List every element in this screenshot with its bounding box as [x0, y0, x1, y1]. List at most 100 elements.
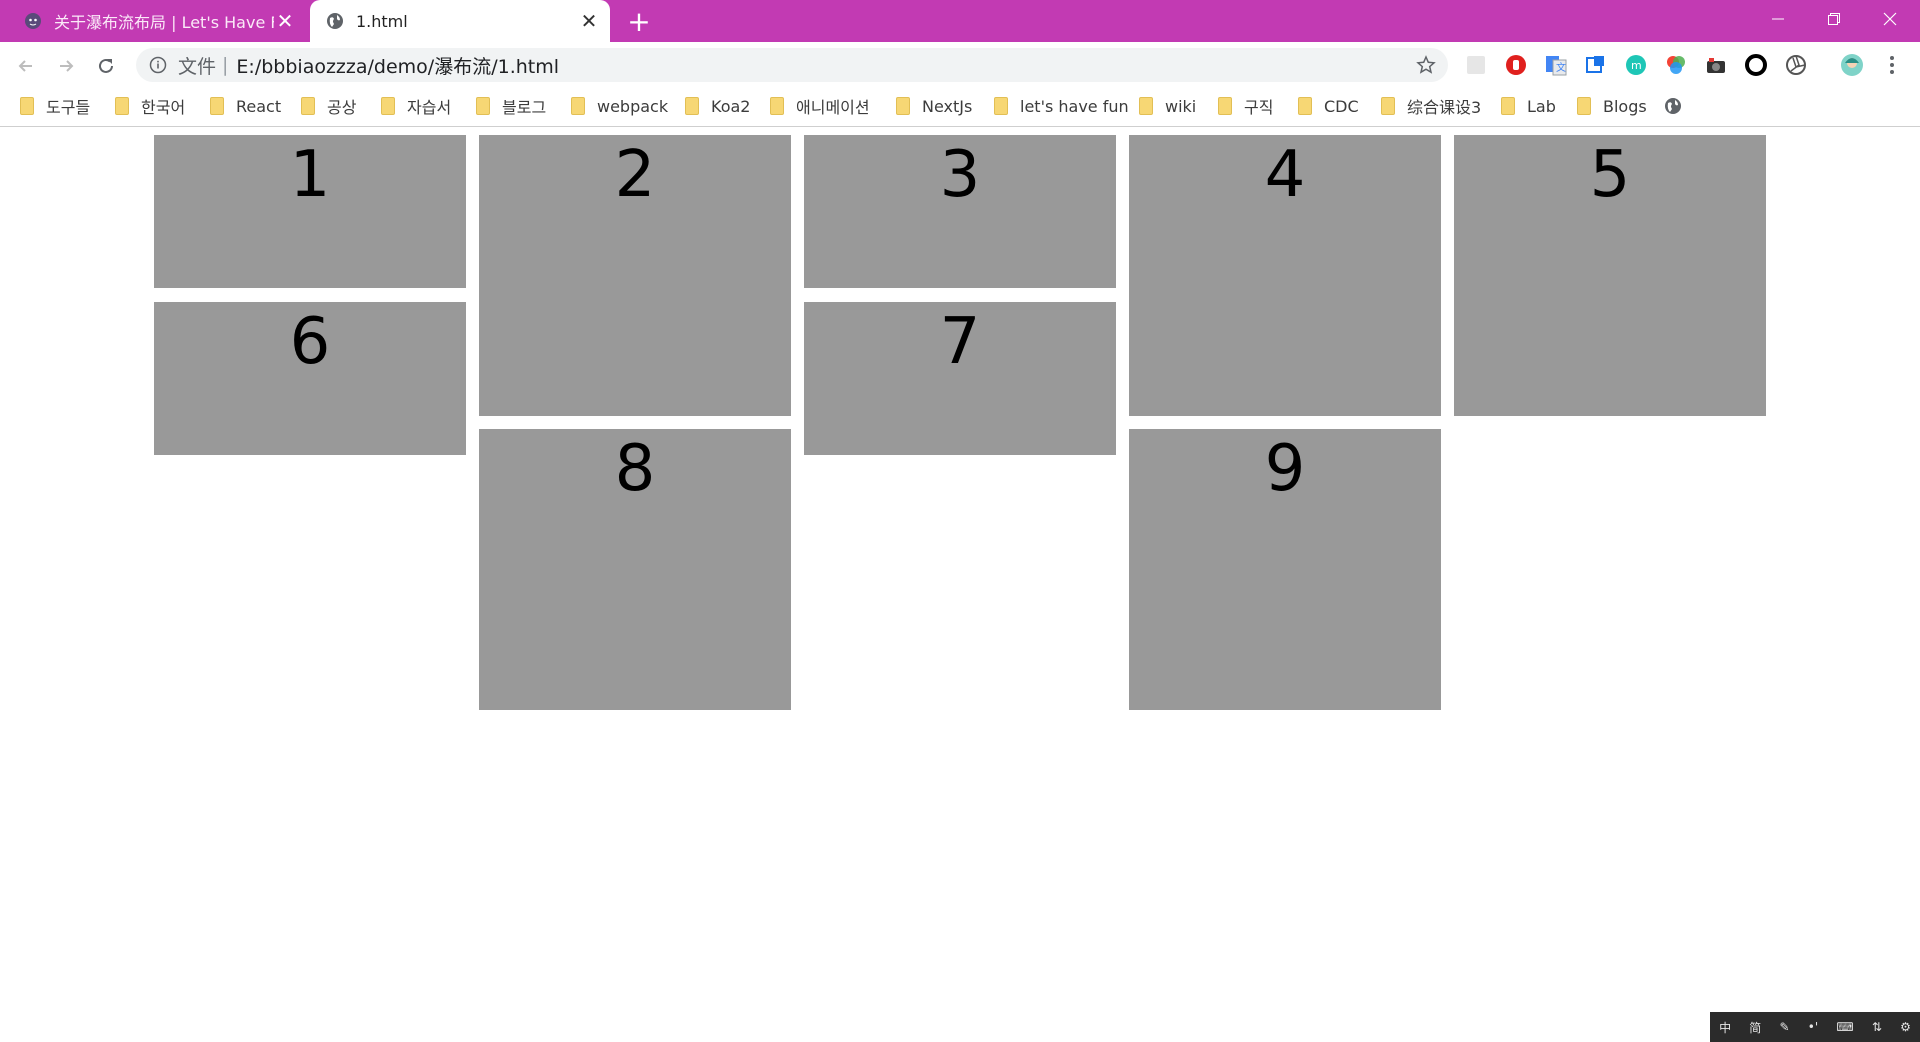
folder-icon [381, 97, 395, 115]
ime-settings-icon[interactable]: ⚙ [1900, 1020, 1911, 1034]
minimize-button[interactable] [1750, 0, 1806, 38]
ime-toolbox-icon[interactable]: ⇅ [1872, 1020, 1882, 1034]
tab-waterfall-blog[interactable]: 关于瀑布流布局 | Let's Have Fun ✕ [0, 0, 306, 42]
folder-icon [1501, 97, 1515, 115]
bookmark-folder[interactable]: 综合课设3 [1381, 88, 1481, 124]
bookmarks-bar: 도구들 한국어 React 공상 자습서 블로그 webpack Koa2 애니… [0, 88, 1920, 127]
bookmark-folder[interactable]: Koa2 [685, 88, 750, 124]
svg-text:文: 文 [1556, 61, 1566, 74]
extension-m-icon[interactable]: m [1624, 53, 1648, 77]
extension-window-icon[interactable] [1584, 53, 1608, 77]
url-text[interactable]: E:/bbbiaozzza/demo/瀑布流/1.html [236, 52, 559, 79]
ime-chinese-mode[interactable]: 中 [1719, 1019, 1731, 1036]
close-tab-icon[interactable]: ✕ [578, 9, 600, 33]
bookmark-label: Lab [1527, 96, 1556, 116]
waterfall-item: 5 [1454, 135, 1766, 416]
ime-keyboard-icon[interactable]: ⌨ [1836, 1020, 1853, 1034]
folder-icon [1218, 97, 1232, 115]
folder-icon [20, 97, 34, 115]
ime-simplified-mode[interactable]: 简 [1749, 1019, 1761, 1036]
waterfall-item-number: 7 [939, 305, 981, 379]
bookmark-folder[interactable]: 애니메이션 [770, 88, 870, 124]
bookmark-globe-icon[interactable] [1664, 88, 1682, 124]
reload-button[interactable] [88, 48, 124, 84]
folder-icon [685, 97, 699, 115]
bookmark-folder[interactable]: wiki [1139, 88, 1196, 124]
folder-icon [210, 97, 224, 115]
close-tab-icon[interactable]: ✕ [274, 9, 296, 33]
bookmark-label: NextJs [922, 96, 973, 116]
bookmark-label: Koa2 [711, 96, 751, 116]
extension-color-picker-icon[interactable] [1664, 53, 1688, 77]
new-tab-button[interactable]: + [624, 5, 654, 38]
arrow-right-icon [60, 60, 74, 72]
bookmark-label: 블로그 [502, 98, 547, 117]
extension-aperture-icon[interactable] [1784, 53, 1808, 77]
bookmark-folder[interactable]: NextJs [896, 88, 972, 124]
site-info-icon[interactable] [148, 55, 168, 75]
bookmark-folder[interactable]: 구직 [1218, 88, 1273, 124]
bookmark-label: let's have fun [1020, 96, 1129, 116]
bookmark-folder[interactable]: 공상 [301, 88, 356, 124]
bookmark-star-icon[interactable] [1414, 53, 1438, 77]
close-window-button[interactable] [1862, 0, 1918, 38]
folder-icon [896, 97, 910, 115]
folder-icon [994, 97, 1008, 115]
bookmark-label: Blogs [1603, 96, 1647, 116]
bookmark-folder[interactable]: Lab [1501, 88, 1556, 124]
address-bar[interactable]: 文件 | E:/bbbiaozzza/demo/瀑布流/1.html [136, 48, 1448, 82]
folder-icon [1139, 97, 1153, 115]
folder-icon [1298, 97, 1312, 115]
menu-kebab-icon[interactable] [1880, 53, 1904, 77]
folder-icon [301, 97, 315, 115]
ime-toolbar[interactable]: 中 简 ✎ •' ⌨ ⇅ ⚙ [1710, 1012, 1920, 1042]
bookmark-folder[interactable]: 자습서 [381, 88, 451, 124]
extension-google-translate-icon[interactable]: 文 [1544, 53, 1568, 77]
waterfall-item-number: 6 [289, 305, 331, 379]
folder-icon [476, 97, 490, 115]
waterfall-item-number: 5 [1589, 138, 1631, 212]
waterfall-item: 9 [1129, 429, 1441, 710]
bookmark-label: 자습서 [407, 98, 452, 117]
tab-strip: 关于瀑布流布局 | Let's Have Fun ✕ 1.html ✕ + [0, 0, 1920, 42]
profile-avatar-icon[interactable] [1840, 53, 1864, 77]
forward-button[interactable] [48, 48, 84, 84]
reload-icon [99, 58, 113, 73]
restore-button[interactable] [1806, 0, 1862, 38]
waterfall-item: 7 [804, 302, 1116, 455]
ime-handwrite-icon[interactable]: ✎ [1780, 1020, 1790, 1034]
bookmark-folder[interactable]: 한국어 [115, 88, 185, 124]
bookmark-label: 도구들 [46, 98, 91, 117]
waterfall-item-number: 9 [1264, 432, 1306, 506]
bookmark-label: 애니메이션 [796, 98, 870, 117]
waterfall-item-number: 8 [614, 432, 656, 506]
bookmark-label: wiki [1165, 96, 1197, 116]
svg-text:m: m [1631, 59, 1642, 72]
folder-icon [1577, 97, 1591, 115]
waterfall-item: 8 [479, 429, 791, 710]
ime-punctuation-icon[interactable]: •' [1808, 1020, 1818, 1034]
extension-ring-icon[interactable] [1744, 53, 1768, 77]
extension-adblock-icon[interactable] [1504, 53, 1528, 77]
bookmark-label: webpack [597, 96, 669, 116]
bookmark-folder[interactable]: React [210, 88, 281, 124]
bookmark-folder[interactable]: Blogs [1577, 88, 1647, 124]
extension-translate-box-icon[interactable] [1464, 53, 1488, 77]
tab-1-html[interactable]: 1.html ✕ [310, 0, 610, 42]
bookmark-label: 공상 [327, 98, 357, 117]
url-scheme-label: 文件 [178, 55, 217, 78]
bookmark-folder[interactable]: 블로그 [476, 88, 546, 124]
waterfall-item: 3 [804, 135, 1116, 288]
bookmark-label: 综合课设3 [1407, 98, 1482, 117]
back-button[interactable] [8, 48, 44, 84]
bookmark-folder[interactable]: CDC [1298, 88, 1359, 124]
waterfall-item: 6 [154, 302, 466, 455]
bookmark-folder[interactable]: webpack [571, 88, 668, 124]
bookmark-folder[interactable]: 도구들 [20, 88, 90, 124]
extension-camera-icon[interactable] [1704, 53, 1728, 77]
waterfall-item-number: 4 [1264, 138, 1306, 212]
folder-icon [1381, 97, 1395, 115]
bookmark-folder[interactable]: let's have fun [994, 88, 1129, 124]
waterfall-item-number: 1 [289, 138, 331, 212]
bookmark-label: 구직 [1244, 98, 1274, 117]
